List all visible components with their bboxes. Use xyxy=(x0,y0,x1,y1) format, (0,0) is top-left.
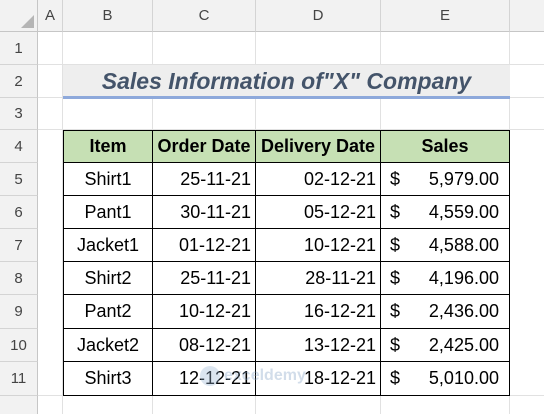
cell-sales[interactable]: $5,979.00 xyxy=(381,163,510,196)
currency-symbol: $ xyxy=(390,301,401,321)
sales-value: 5,010.00 xyxy=(428,368,499,388)
row-header-10[interactable]: 10 xyxy=(0,329,38,362)
cell-order-date[interactable]: 25-11-21 xyxy=(153,262,256,295)
column-header-blank xyxy=(510,0,544,32)
cell-order-date[interactable]: 30-11-21 xyxy=(153,196,256,229)
row-header-6[interactable]: 6 xyxy=(0,196,38,229)
row-header-5[interactable]: 5 xyxy=(0,163,38,196)
column-header-b[interactable]: B xyxy=(63,0,153,32)
select-all-triangle-icon xyxy=(21,15,34,28)
cell-delivery-date[interactable]: 28-11-21 xyxy=(256,262,381,295)
sales-value: 5,979.00 xyxy=(428,168,499,189)
cell-item[interactable]: Jacket1 xyxy=(63,229,153,262)
sales-value: 4,559.00 xyxy=(428,201,499,222)
cell-item[interactable]: Pant1 xyxy=(63,196,153,229)
header-order-date[interactable]: Order Date xyxy=(153,130,256,163)
cell-sales[interactable]: $4,196.00 xyxy=(381,262,510,295)
cell-order-date[interactable]: 25-11-21 xyxy=(153,163,256,196)
row-header-1[interactable]: 1 xyxy=(0,32,38,65)
sheet-title[interactable]: Sales Information of"X" Company xyxy=(63,65,510,97)
row-header-7[interactable]: 7 xyxy=(0,229,38,262)
row-header-11[interactable]: 11 xyxy=(0,362,38,396)
watermark-text: exceldemy xyxy=(224,367,306,384)
cell-item[interactable]: Pant2 xyxy=(63,295,153,329)
column-header-e[interactable]: E xyxy=(381,0,510,32)
cell-delivery-date[interactable]: 13-12-21 xyxy=(256,329,381,362)
select-all-button[interactable] xyxy=(0,0,38,32)
sales-value: 2,425.00 xyxy=(428,334,499,355)
header-sales[interactable]: Sales xyxy=(381,130,510,163)
currency-symbol: $ xyxy=(390,201,401,222)
cell-sales[interactable]: $5,010.00 xyxy=(381,362,510,396)
watermark-icon xyxy=(200,366,220,386)
row-header-2[interactable]: 2 xyxy=(0,65,38,98)
currency-symbol: $ xyxy=(390,234,401,255)
sales-value: 4,196.00 xyxy=(428,267,499,288)
row-header-12 xyxy=(0,396,38,414)
row-header-4[interactable]: 4 xyxy=(0,130,38,163)
header-item[interactable]: Item xyxy=(63,130,153,163)
currency-symbol: $ xyxy=(390,267,401,288)
cell-sales[interactable]: $4,559.00 xyxy=(381,196,510,229)
header-delivery-date[interactable]: Delivery Date xyxy=(256,130,381,163)
cell-order-date[interactable]: 10-12-21 xyxy=(153,295,256,329)
currency-symbol: $ xyxy=(390,334,401,355)
row-header-9[interactable]: 9 xyxy=(0,295,38,329)
cell-delivery-date[interactable]: 05-12-21 xyxy=(256,196,381,229)
cell-delivery-date[interactable]: 10-12-21 xyxy=(256,229,381,262)
column-header-d[interactable]: D xyxy=(256,0,381,32)
cell-delivery-date[interactable]: 16-12-21 xyxy=(256,295,381,329)
cell-delivery-date[interactable]: 02-12-21 xyxy=(256,163,381,196)
column-header-c[interactable]: C xyxy=(153,0,256,32)
currency-symbol: $ xyxy=(390,368,401,388)
currency-symbol: $ xyxy=(390,168,401,189)
cell-sales[interactable]: $2,425.00 xyxy=(381,329,510,362)
sales-value: 4,588.00 xyxy=(428,234,499,255)
sales-value: 2,436.00 xyxy=(428,301,499,321)
cell-order-date[interactable]: 08-12-21 xyxy=(153,329,256,362)
column-header-a[interactable]: A xyxy=(38,0,63,32)
cell-item[interactable]: Shirt3 xyxy=(63,362,153,396)
title-underline xyxy=(63,96,510,99)
cell-item[interactable]: Jacket2 xyxy=(63,329,153,362)
row-header-8[interactable]: 8 xyxy=(0,262,38,295)
row-header-3[interactable]: 3 xyxy=(0,98,38,130)
cell-order-date[interactable]: 01-12-21 xyxy=(153,229,256,262)
cell-item[interactable]: Shirt1 xyxy=(63,163,153,196)
cell-sales[interactable]: $2,436.00 xyxy=(381,295,510,329)
cell-item[interactable]: Shirt2 xyxy=(63,262,153,295)
cell-sales[interactable]: $4,588.00 xyxy=(381,229,510,262)
watermark-logo: exceldemy xyxy=(200,366,306,386)
